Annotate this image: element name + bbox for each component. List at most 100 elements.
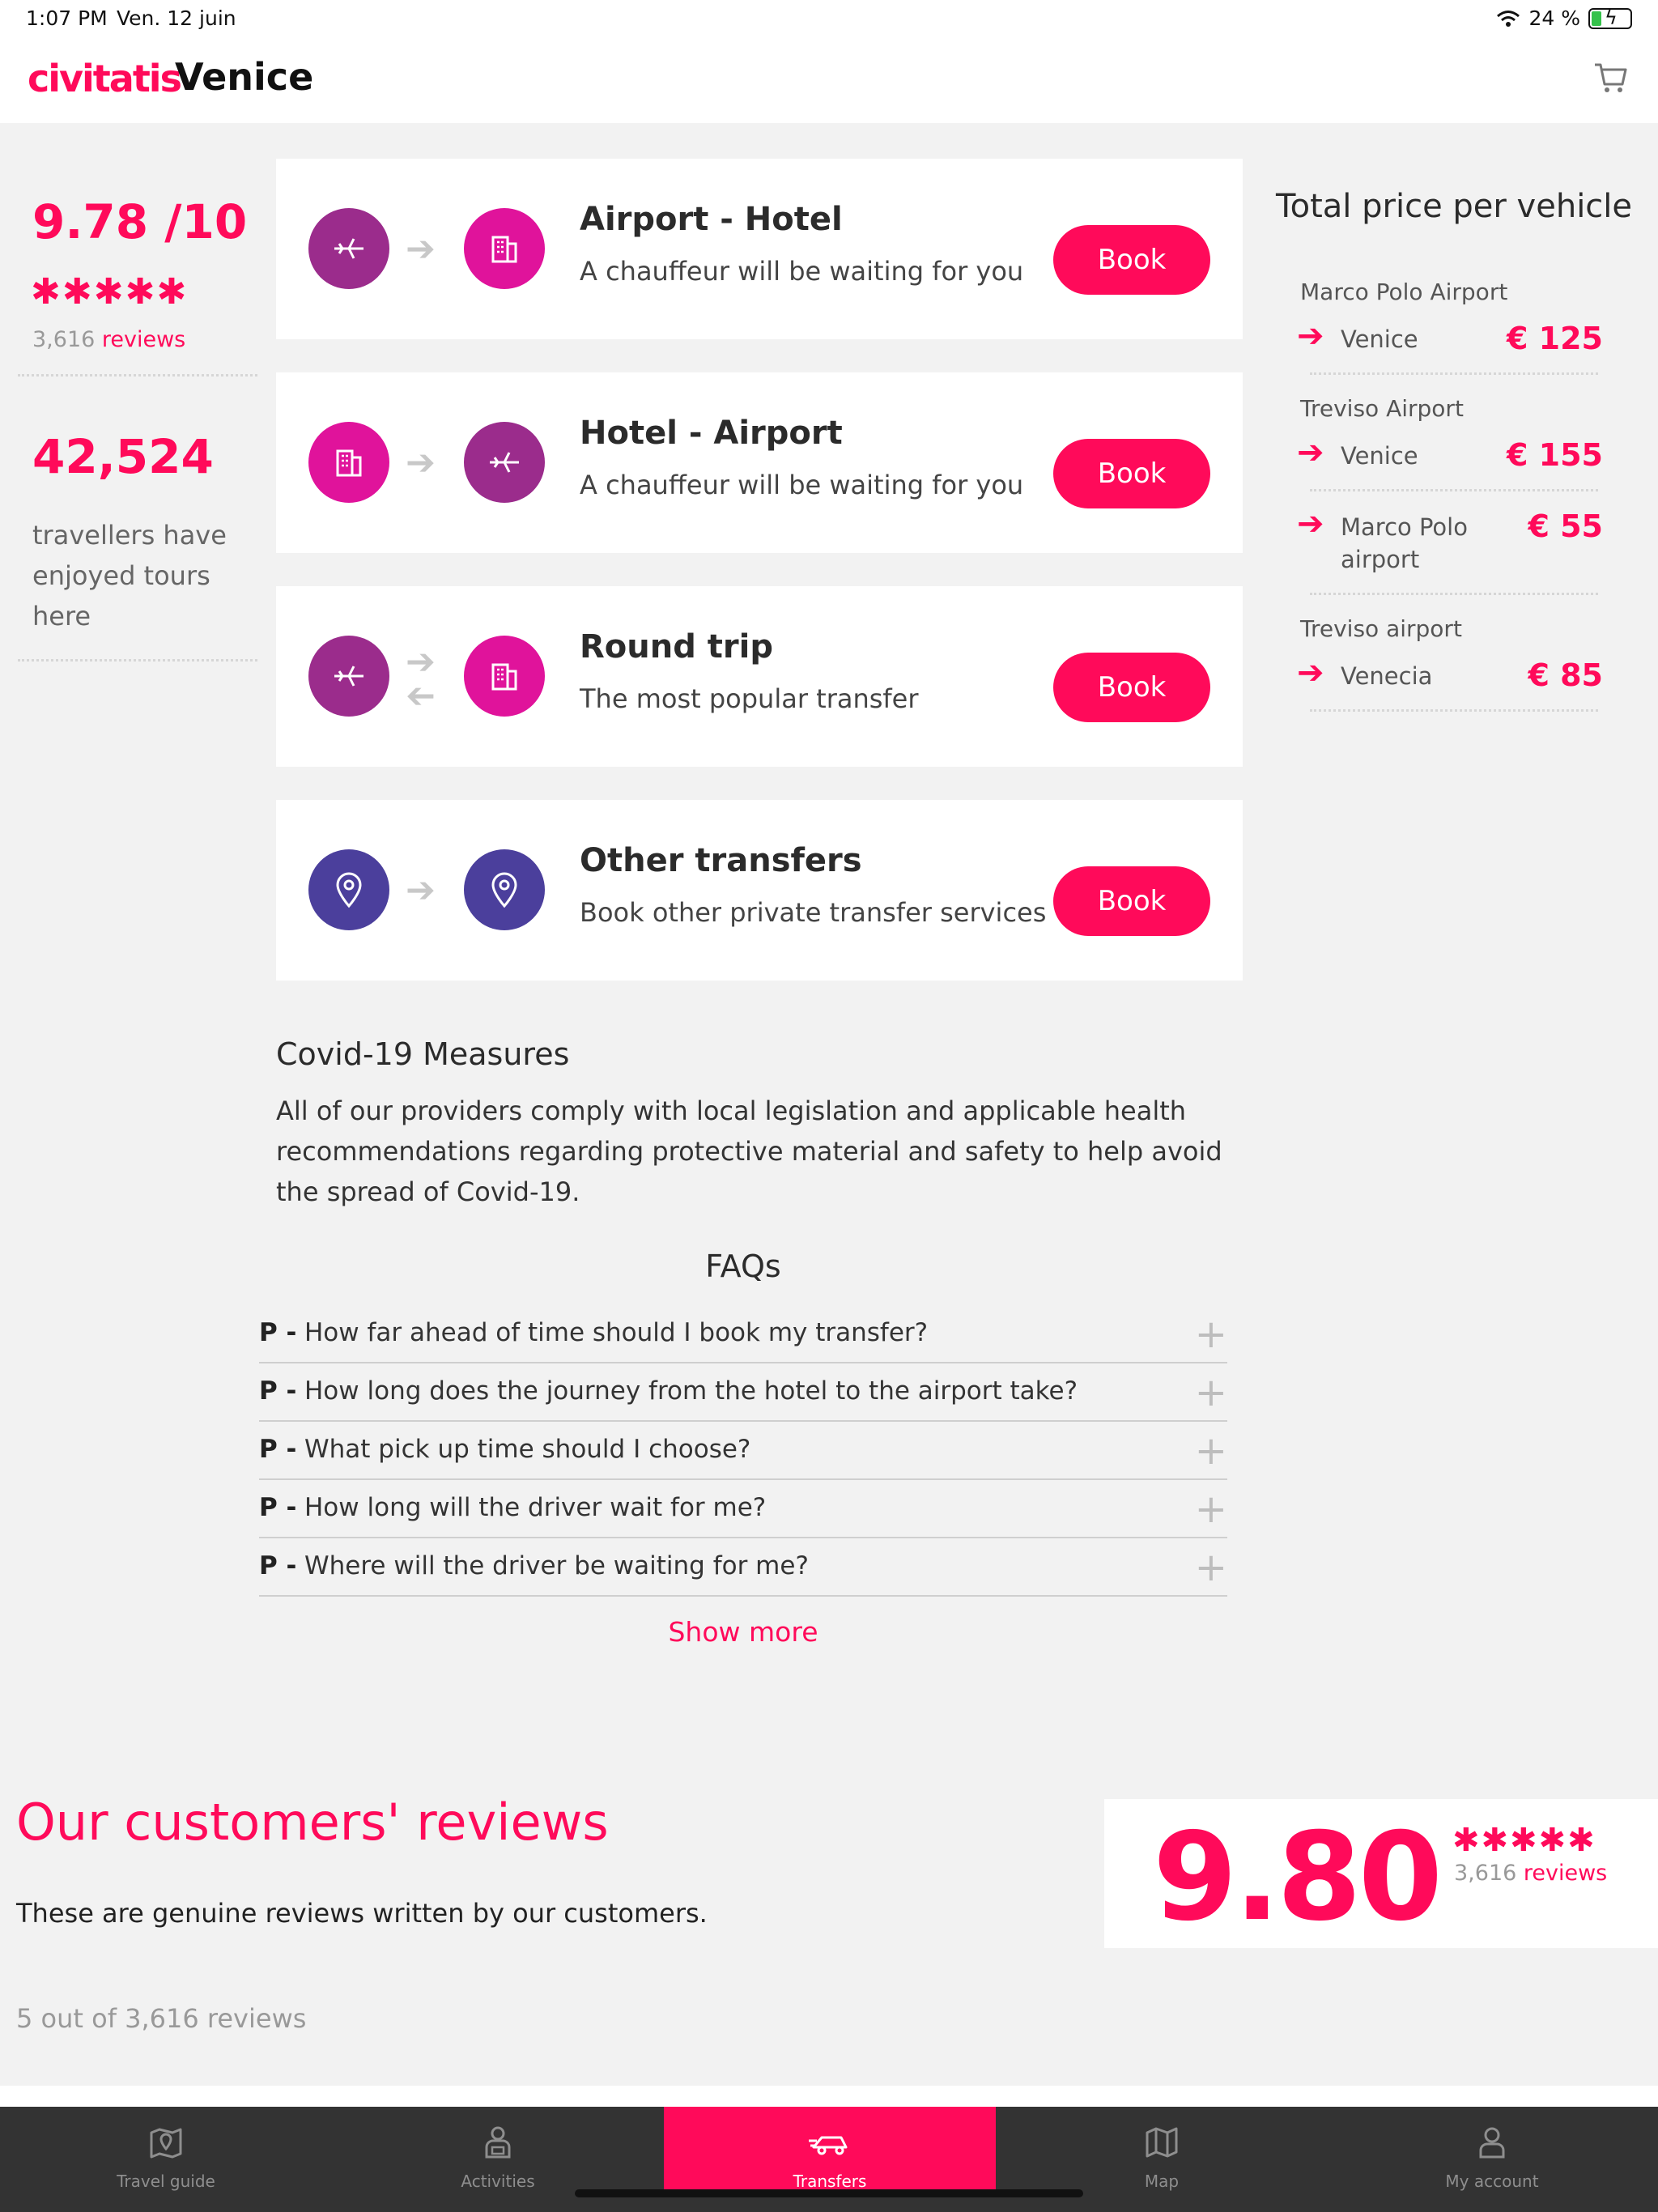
tab-label: Travel guide — [117, 2172, 215, 2191]
transfer-title: Round trip — [580, 628, 773, 666]
reviews-count[interactable]: 3,616 reviews — [32, 327, 185, 352]
arrow-right-icon: ➔ — [1297, 434, 1324, 471]
arrow-right-icon: ➔ — [406, 870, 436, 911]
transfer-title: Other transfers — [580, 842, 862, 879]
plus-icon[interactable]: + — [1195, 1428, 1227, 1474]
arrow-left-icon: ➔ — [406, 675, 436, 717]
content-bottom — [0, 2086, 1658, 2107]
show-more-link[interactable]: Show more — [0, 1616, 1486, 1648]
reviews-number: 3,616 — [32, 327, 96, 352]
divider — [1310, 709, 1598, 712]
faq-question: Where will the driver be waiting for me? — [304, 1551, 809, 1580]
faq-prefix: P - — [259, 1493, 297, 1522]
page-title: Venice — [175, 55, 314, 99]
plane-icon — [464, 422, 545, 503]
map-icon — [1144, 2121, 1180, 2163]
person-ticket-icon — [480, 2121, 516, 2163]
faq-prefix: P - — [259, 1435, 297, 1464]
faq-prefix: P - — [259, 1551, 297, 1580]
status-date: Ven. 12 juin — [117, 6, 236, 30]
plus-icon[interactable]: + — [1195, 1487, 1227, 1532]
tab-travel-guide[interactable]: Travel guide — [0, 2107, 332, 2212]
price-destination[interactable]: Venice — [1341, 442, 1418, 470]
tab-label: Transfers — [793, 2172, 867, 2191]
reviews-subtitle: These are genuine reviews written by our… — [16, 1898, 708, 1929]
battery-icon: ϟ — [1588, 6, 1632, 29]
arrow-right-icon: ➔ — [406, 442, 436, 483]
battery-percent: 24 % — [1528, 6, 1580, 30]
score-reviews[interactable]: 3,616 reviews — [1454, 1861, 1607, 1886]
price-origin: Marco Polo Airport — [1300, 279, 1508, 305]
user-icon — [1474, 2121, 1510, 2163]
rating-score: 9.78 /10 — [32, 194, 248, 249]
divider — [1310, 593, 1598, 595]
transfer-card-round-trip[interactable]: ➔ ➔ Round trip The most popular transfer… — [276, 586, 1243, 767]
transfer-card-airport-hotel[interactable]: ➔ Airport - Hotel A chauffeur will be wa… — [276, 159, 1243, 339]
hotel-icon — [464, 636, 545, 717]
score-reviews-link[interactable]: reviews — [1524, 1861, 1607, 1886]
faq-item[interactable]: P - Where will the driver be waiting for… — [259, 1538, 1227, 1597]
plus-icon[interactable]: + — [1195, 1545, 1227, 1590]
score-box: 9.80 ✱✱✱✱✱ 3,616 reviews — [1104, 1799, 1658, 1948]
transfer-subtitle: Book other private transfer services — [580, 897, 1047, 928]
tab-label: My account — [1445, 2172, 1539, 2191]
plus-icon[interactable]: + — [1195, 1312, 1227, 1357]
book-button[interactable]: Book — [1053, 653, 1210, 722]
tab-my-account[interactable]: My account — [1326, 2107, 1658, 2212]
reviews-title: Our customers' reviews — [16, 1793, 609, 1852]
book-button[interactable]: Book — [1053, 225, 1210, 295]
faq-prefix: P - — [259, 1318, 297, 1347]
price-value: € 55 — [1528, 508, 1603, 544]
transfer-card-hotel-airport[interactable]: ➔ Hotel - Airport A chauffeur will be wa… — [276, 372, 1243, 553]
faq-question: What pick up time should I choose? — [304, 1435, 751, 1464]
divider — [1310, 372, 1598, 375]
divider — [1310, 489, 1598, 491]
location-pin-icon — [308, 849, 389, 930]
map-pin-book-icon — [148, 2121, 184, 2163]
arrow-right-icon: ➔ — [1297, 317, 1324, 355]
plane-icon — [308, 636, 389, 717]
faq-item[interactable]: P - How long does the journey from the h… — [259, 1363, 1227, 1422]
price-origin: Treviso airport — [1300, 615, 1462, 642]
transfer-subtitle: A chauffeur will be waiting for you — [580, 470, 1024, 500]
transfer-subtitle: A chauffeur will be waiting for you — [580, 256, 1024, 287]
price-destination[interactable]: Venice — [1341, 325, 1418, 353]
travellers-text: travellers have enjoyed tours here — [32, 520, 227, 632]
status-time: 1:07 PM — [26, 6, 108, 30]
rating-stars: ✱✱✱✱✱ — [31, 271, 189, 313]
price-value: € 155 — [1507, 437, 1603, 473]
covid-text: All of our providers comply with local l… — [276, 1095, 1222, 1207]
location-pin-icon — [464, 849, 545, 930]
app-header: civitatis Venice — [0, 39, 1658, 123]
faq-item[interactable]: P - What pick up time should I choose? + — [259, 1422, 1227, 1480]
reviews-link[interactable]: reviews — [102, 327, 185, 352]
tab-label: Map — [1144, 2172, 1180, 2191]
score-value: 9.80 — [1153, 1807, 1443, 1948]
faq-prefix: P - — [259, 1376, 297, 1406]
transfer-card-other[interactable]: ➔ Other transfers Book other private tra… — [276, 800, 1243, 981]
book-button[interactable]: Book — [1053, 866, 1210, 936]
arrow-right-icon: ➔ — [1297, 505, 1324, 542]
faq-title: FAQs — [705, 1249, 781, 1284]
cart-icon[interactable] — [1593, 60, 1629, 96]
status-right: 24 % ϟ — [1496, 6, 1632, 30]
divider — [18, 374, 257, 376]
price-destination-line2[interactable]: airport — [1341, 546, 1419, 573]
score-stars: ✱✱✱✱✱ — [1452, 1822, 1596, 1859]
reviews-count-text: 5 out of 3,616 reviews — [16, 2003, 307, 2034]
faq-item[interactable]: P - How long will the driver wait for me… — [259, 1480, 1227, 1538]
arrow-right-icon: ➔ — [1297, 654, 1324, 691]
plus-icon[interactable]: + — [1195, 1370, 1227, 1415]
faq-question: How long will the driver wait for me? — [304, 1493, 767, 1522]
tab-transfers[interactable]: Transfers — [664, 2107, 996, 2197]
faq-item[interactable]: P - How far ahead of time should I book … — [259, 1305, 1227, 1363]
divider — [18, 659, 257, 661]
book-button[interactable]: Book — [1053, 439, 1210, 508]
home-indicator[interactable] — [575, 2189, 1083, 2197]
covid-title: Covid-19 Measures — [276, 1036, 570, 1072]
tab-label: Activities — [461, 2172, 535, 2191]
civitatis-logo[interactable]: civitatis — [28, 57, 182, 100]
wifi-icon — [1497, 10, 1520, 27]
status-bar: 1:07 PM Ven. 12 juin 24 % ϟ — [0, 0, 1658, 39]
price-destination[interactable]: Venecia — [1341, 662, 1432, 690]
